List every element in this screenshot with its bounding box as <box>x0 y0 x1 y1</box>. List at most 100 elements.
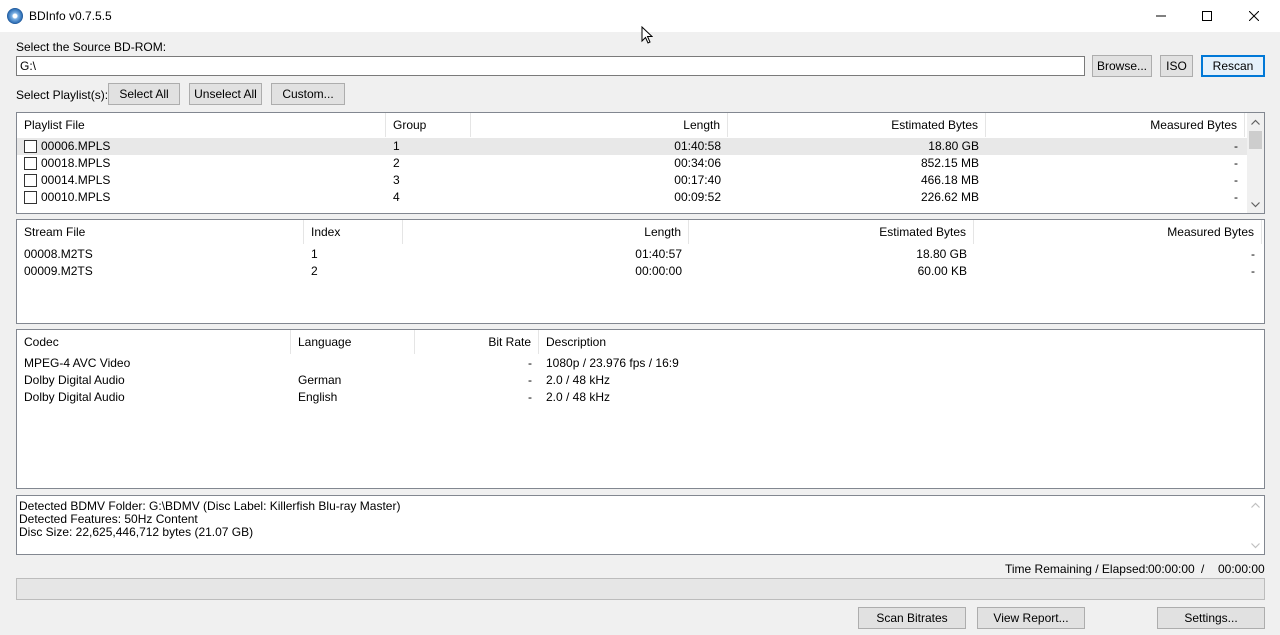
time-remaining-value: 00:00:00 <box>1148 562 1195 576</box>
playlist-file: 00018.MPLS <box>41 156 111 170</box>
column-header-length[interactable]: Length <box>471 113 728 137</box>
playlist-file: 00010.MPLS <box>41 190 111 204</box>
column-header-stream-file[interactable]: Stream File <box>17 220 304 244</box>
codec-language: German <box>298 373 342 387</box>
column-header-codec[interactable]: Codec <box>17 330 291 354</box>
log-line: Detected Features: 50Hz Content <box>19 512 198 526</box>
playlist-measured-bytes: - <box>1234 190 1238 204</box>
playlist-table[interactable]: Playlist File Group Length Estimated Byt… <box>16 112 1265 214</box>
stream-row[interactable]: 00009.M2TS 2 00:00:00 60.00 KB - <box>17 263 1264 280</box>
stream-length: 00:00:00 <box>635 264 682 278</box>
column-header-estimated-bytes[interactable]: Estimated Bytes <box>689 220 974 244</box>
maximize-button[interactable] <box>1184 0 1230 32</box>
playlist-row[interactable]: 00014.MPLS 3 00:17:40 466.18 MB - <box>17 172 1248 189</box>
playlist-measured-bytes: - <box>1234 139 1238 153</box>
log-line: Detected BDMV Folder: G:\BDMV (Disc Labe… <box>19 499 401 513</box>
codec-table[interactable]: Codec Language Bit Rate Description MPEG… <box>16 329 1265 489</box>
codec-name: Dolby Digital Audio <box>24 390 125 404</box>
playlist-scrollbar[interactable] <box>1247 113 1264 213</box>
stream-length: 01:40:57 <box>635 247 682 261</box>
iso-button[interactable]: ISO <box>1160 55 1193 77</box>
log-textbox[interactable]: Detected BDMV Folder: G:\BDMV (Disc Labe… <box>16 495 1265 555</box>
playlist-estimated-bytes: 852.15 MB <box>920 156 979 170</box>
playlist-length: 00:09:52 <box>674 190 721 204</box>
column-header-index[interactable]: Index <box>304 220 403 244</box>
browse-button[interactable]: Browse... <box>1092 55 1152 77</box>
source-path-input[interactable]: G:\ <box>16 56 1085 76</box>
scan-bitrates-button[interactable]: Scan Bitrates <box>858 607 966 629</box>
playlist-row[interactable]: 00010.MPLS 4 00:09:52 226.62 MB - <box>17 189 1248 206</box>
custom-button[interactable]: Custom... <box>271 83 345 105</box>
column-header-group[interactable]: Group <box>386 113 471 137</box>
playlist-row[interactable]: 00018.MPLS 2 00:34:06 852.15 MB - <box>17 155 1248 172</box>
playlist-estimated-bytes: 226.62 MB <box>920 190 979 204</box>
playlist-row[interactable]: 00006.MPLS 1 01:40:58 18.80 GB - <box>17 138 1248 155</box>
settings-button[interactable]: Settings... <box>1157 607 1265 629</box>
codec-row[interactable]: MPEG-4 AVC Video - 1080p / 23.976 fps / … <box>17 355 1264 372</box>
stream-index: 2 <box>311 264 318 278</box>
playlist-group: 4 <box>393 190 400 204</box>
time-remaining-label: Time Remaining / Elapsed: <box>1005 562 1149 576</box>
maximize-icon <box>1202 11 1212 21</box>
bluray-disc-icon <box>7 8 23 24</box>
close-icon <box>1249 11 1259 21</box>
codec-bit-rate: - <box>528 356 532 370</box>
stream-estimated-bytes: 18.80 GB <box>916 247 967 261</box>
column-header-bit-rate[interactable]: Bit Rate <box>415 330 539 354</box>
playlist-measured-bytes: - <box>1234 156 1238 170</box>
close-button[interactable] <box>1231 0 1277 32</box>
column-header-measured-bytes[interactable]: Measured Bytes <box>986 113 1245 137</box>
unselect-all-button[interactable]: Unselect All <box>189 83 262 105</box>
playlist-group: 2 <box>393 156 400 170</box>
scroll-up-button[interactable] <box>1247 113 1264 130</box>
rescan-button[interactable]: Rescan <box>1201 55 1265 77</box>
playlist-group: 3 <box>393 173 400 187</box>
scroll-thumb[interactable] <box>1249 131 1262 149</box>
mouse-cursor-icon <box>641 26 653 44</box>
scroll-down-button[interactable] <box>1247 196 1264 213</box>
log-line: Disc Size: 22,625,446,712 bytes (21.07 G… <box>19 525 254 539</box>
playlist-length: 00:34:06 <box>674 156 721 170</box>
playlist-length: 00:17:40 <box>674 173 721 187</box>
column-header-playlist-file[interactable]: Playlist File <box>17 113 386 137</box>
stream-measured-bytes: - <box>1251 264 1255 278</box>
minimize-button[interactable] <box>1138 0 1184 32</box>
chevron-up-icon <box>1251 502 1260 508</box>
scroll-down-button[interactable] <box>1247 537 1264 554</box>
scan-progress-bar <box>16 578 1265 600</box>
scroll-up-button[interactable] <box>1247 496 1264 513</box>
stream-file: 00008.M2TS <box>24 247 93 261</box>
playlist-select-label: Select Playlist(s): <box>16 88 109 102</box>
stream-table[interactable]: Stream File Index Length Estimated Bytes… <box>16 219 1265 324</box>
codec-name: MPEG-4 AVC Video <box>24 356 131 370</box>
column-header-estimated-bytes[interactable]: Estimated Bytes <box>728 113 986 137</box>
codec-description: 2.0 / 48 kHz <box>546 390 611 404</box>
column-header-length[interactable]: Length <box>403 220 689 244</box>
chevron-down-icon <box>1251 201 1260 207</box>
time-separator: / <box>1201 562 1205 576</box>
select-all-button[interactable]: Select All <box>108 83 180 105</box>
codec-row[interactable]: Dolby Digital Audio German - 2.0 / 48 kH… <box>17 372 1264 389</box>
time-elapsed-value: 00:00:00 <box>1218 562 1265 576</box>
playlist-file: 00006.MPLS <box>41 139 111 153</box>
chevron-down-icon <box>1251 542 1260 548</box>
codec-language: English <box>298 390 338 404</box>
playlist-estimated-bytes: 18.80 GB <box>928 139 979 153</box>
column-header-language[interactable]: Language <box>291 330 415 354</box>
stream-measured-bytes: - <box>1251 247 1255 261</box>
stream-row[interactable]: 00008.M2TS 1 01:40:57 18.80 GB - <box>17 246 1264 263</box>
codec-description: 2.0 / 48 kHz <box>546 373 611 387</box>
chevron-up-icon <box>1251 119 1260 125</box>
codec-bit-rate: - <box>528 373 532 387</box>
column-header-description[interactable]: Description <box>539 330 1264 354</box>
view-report-button[interactable]: View Report... <box>977 607 1085 629</box>
minimize-icon <box>1156 15 1166 17</box>
title-bar: BDInfo v0.7.5.5 <box>0 0 1280 32</box>
playlist-estimated-bytes: 466.18 MB <box>920 173 979 187</box>
playlist-file: 00014.MPLS <box>41 173 111 187</box>
codec-bit-rate: - <box>528 390 532 404</box>
log-scrollbar[interactable] <box>1247 496 1264 554</box>
codec-row[interactable]: Dolby Digital Audio English - 2.0 / 48 k… <box>17 389 1264 406</box>
column-header-measured-bytes[interactable]: Measured Bytes <box>974 220 1262 244</box>
playlist-group: 1 <box>393 139 400 153</box>
